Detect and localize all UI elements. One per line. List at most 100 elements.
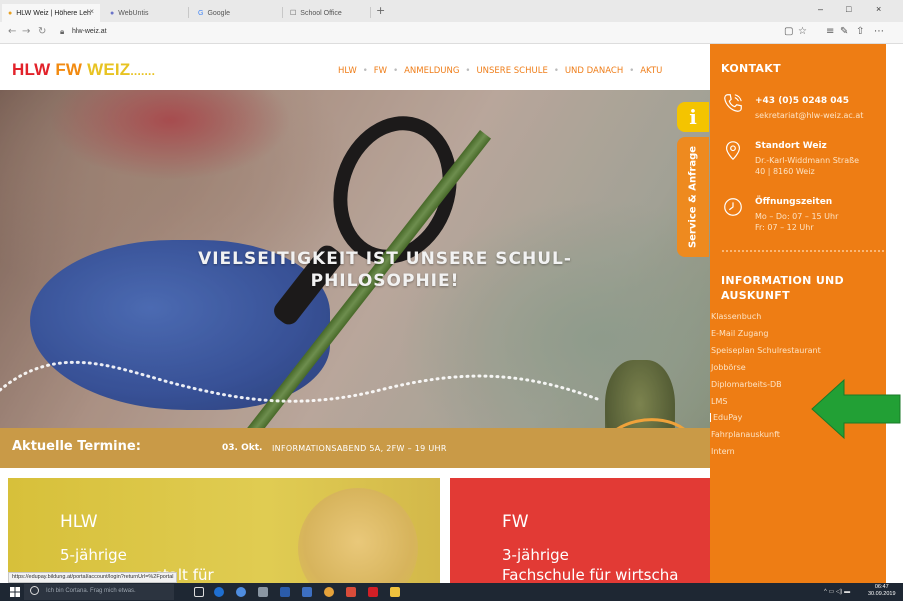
info-heading: INFORMATION UND AUSKUNFT	[721, 273, 844, 303]
address-line-1: Dr.-Karl-Widdmann Straße	[755, 156, 860, 165]
green-arrow-annotation	[811, 378, 901, 440]
paint-icon[interactable]	[346, 587, 356, 597]
card-subtitle-line1: 3-jährige	[502, 546, 569, 564]
taskbar-clock[interactable]: 06:47 30.09.2019	[868, 584, 896, 598]
windows-start-icon[interactable]	[10, 587, 20, 597]
event-date[interactable]: 03. Okt.	[222, 443, 262, 453]
card-subtitle: 3-jährige Fachschule für wirtscha	[502, 545, 678, 583]
more-icon[interactable]: ⋯	[874, 26, 884, 37]
close-window-button[interactable]: ×	[876, 4, 881, 14]
link-lms[interactable]: LMS	[711, 397, 727, 406]
logo-hlw: HLW	[12, 60, 51, 79]
nav-hlw[interactable]: HLW	[338, 66, 357, 76]
new-tab-button[interactable]: +	[376, 4, 385, 17]
page-edge	[886, 44, 903, 583]
chrome-icon[interactable]	[236, 587, 246, 597]
chrome-user-icon[interactable]	[324, 587, 334, 597]
card-subtitle-line1: 5-jährige	[60, 546, 127, 564]
location-pin-icon	[725, 141, 741, 161]
cortana-icon	[30, 586, 39, 595]
card-title: FW	[502, 512, 529, 532]
nav-separator: •	[553, 66, 559, 76]
hlw-card[interactable]: HLW 5-jährige stalt für	[8, 478, 440, 583]
hero-banner: VIELSEITIGKEIT IST UNSERE SCHUL-PHILOSOP…	[0, 90, 710, 428]
fw-card[interactable]: FW 3-jährige Fachschule für wirtscha	[450, 478, 710, 583]
favicon-icon: ●	[110, 9, 115, 17]
info-heading-line1: INFORMATION UND	[721, 274, 844, 287]
reading-view-icon[interactable]: ▢	[784, 26, 793, 37]
tab-google[interactable]: G Google	[192, 4, 274, 22]
calculator-icon[interactable]	[258, 587, 268, 597]
tab-separator	[370, 7, 371, 18]
event-title[interactable]: INFORMATIONSABEND 5A, 2FW – 19 UHR	[272, 444, 447, 453]
contact-heading: KONTAKT	[721, 62, 781, 75]
link-intern[interactable]: Intern	[711, 447, 735, 456]
close-tab-icon[interactable]: ×	[89, 7, 94, 16]
word-icon[interactable]	[280, 587, 290, 597]
forward-icon[interactable]: →	[22, 26, 30, 37]
link-jobboerse[interactable]: Jobbörse	[711, 363, 746, 372]
logo-weiz: WEIZ	[87, 60, 131, 79]
panel-divider	[722, 250, 884, 252]
nav-aktuelles[interactable]: AKTU	[640, 66, 662, 76]
link-klassenbuch[interactable]: Klassenbuch	[711, 312, 761, 321]
hours-title: Öffnungszeiten	[755, 197, 833, 207]
info-tab-button[interactable]: i	[677, 102, 709, 132]
service-anfrage-tab[interactable]: Service & Anfrage	[677, 137, 709, 257]
favicon-icon: ●	[8, 9, 13, 17]
tab-label: Google	[207, 9, 231, 17]
tab-school-office[interactable]: ☐ School Office	[284, 4, 368, 22]
link-fahrplanauskunft[interactable]: Fahrplanauskunft	[711, 430, 780, 439]
clock-icon	[724, 198, 742, 216]
phone-number[interactable]: +43 (0)5 0248 045	[755, 96, 849, 107]
link-speiseplan[interactable]: Speiseplan Schulrestaurant	[711, 346, 821, 355]
link-diplomarbeits-db[interactable]: Diplomarbeits-DB	[711, 380, 782, 389]
screen: ● HLW Weiz | Höhere Leh × ● WebUntis G G…	[0, 0, 903, 601]
clock-time: 06:47	[874, 584, 889, 590]
info-icon: i	[689, 105, 697, 129]
edge-icon[interactable]	[214, 587, 224, 597]
web-note-icon[interactable]: ✎	[840, 26, 848, 37]
card-subtitle-line2: Fachschule für wirtscha	[502, 566, 679, 583]
maximize-button[interactable]: □	[846, 4, 851, 14]
hours-line-1: Mo – Do: 07 – 15 Uhr	[755, 212, 839, 221]
hub-icon[interactable]: ≡	[826, 26, 834, 37]
contact-panel: KONTAKT +43 (0)5 0248 045 sekretariat@hl…	[710, 44, 886, 583]
clock-date: 30.09.2019	[868, 591, 896, 597]
tab-hlw-weiz[interactable]: ● HLW Weiz | Höhere Leh ×	[2, 4, 100, 22]
nav-und-danach[interactable]: UND DANACH	[565, 66, 623, 76]
address-bar: ← → ↻ 🔒︎ hlw-weiz.at ▢ ☆ ≡ ✎ ⇧ ⋯	[0, 22, 903, 44]
nav-separator: •	[629, 66, 635, 76]
nav-unsere-schule[interactable]: UNSERE SCHULE	[476, 66, 547, 76]
file-explorer-icon[interactable]	[390, 587, 400, 597]
nav-fw[interactable]: FW	[374, 66, 387, 76]
refresh-icon[interactable]: ↻	[38, 26, 46, 37]
nav-separator: •	[393, 66, 399, 76]
back-icon[interactable]: ←	[8, 26, 16, 37]
favorites-star-icon[interactable]: ☆	[798, 26, 807, 37]
windows-taskbar: Ich bin Cortana. Frag mich etwas. ^ ▭ ◁)…	[0, 583, 903, 601]
nav-anmeldung[interactable]: ANMELDUNG	[404, 66, 459, 76]
events-bar: Aktuelle Termine: 03. Okt. INFORMATIONSA…	[0, 428, 710, 468]
tray-icons[interactable]: ^ ▭ ◁) ▬	[824, 588, 850, 595]
phone-icon	[724, 94, 742, 112]
service-tab-label: Service & Anfrage	[687, 145, 699, 249]
acrobat-icon[interactable]	[368, 587, 378, 597]
task-view-icon[interactable]	[194, 587, 204, 597]
location-title: Standort Weiz	[755, 141, 827, 151]
onenote-icon[interactable]	[302, 587, 312, 597]
tab-webuntis[interactable]: ● WebUntis	[104, 4, 186, 22]
url-field[interactable]: hlw-weiz.at	[72, 28, 107, 35]
link-email-zugang[interactable]: E-Mail Zugang	[711, 329, 768, 338]
email-address[interactable]: sekretariat@hlw-weiz.ac.at	[755, 110, 863, 121]
share-icon[interactable]: ⇧	[856, 26, 864, 37]
student-photo	[298, 488, 418, 583]
address-line-2: 40 | 8160 Weiz	[755, 167, 815, 176]
hours-line-2: Fr: 07 – 12 Uhr	[755, 223, 814, 232]
hero-title: VIELSEITIGKEIT IST UNSERE SCHUL-PHILOSOP…	[198, 249, 572, 291]
minimize-button[interactable]: –	[818, 4, 823, 14]
link-edupay[interactable]: EduPay	[710, 413, 742, 422]
cortana-search-box[interactable]: Ich bin Cortana. Frag mich etwas.	[24, 584, 174, 600]
site-logo[interactable]: HLW FW WEIZ.......	[12, 60, 155, 80]
link-status-tooltip: https://edupay.bildung.at/portal/account…	[8, 572, 178, 583]
